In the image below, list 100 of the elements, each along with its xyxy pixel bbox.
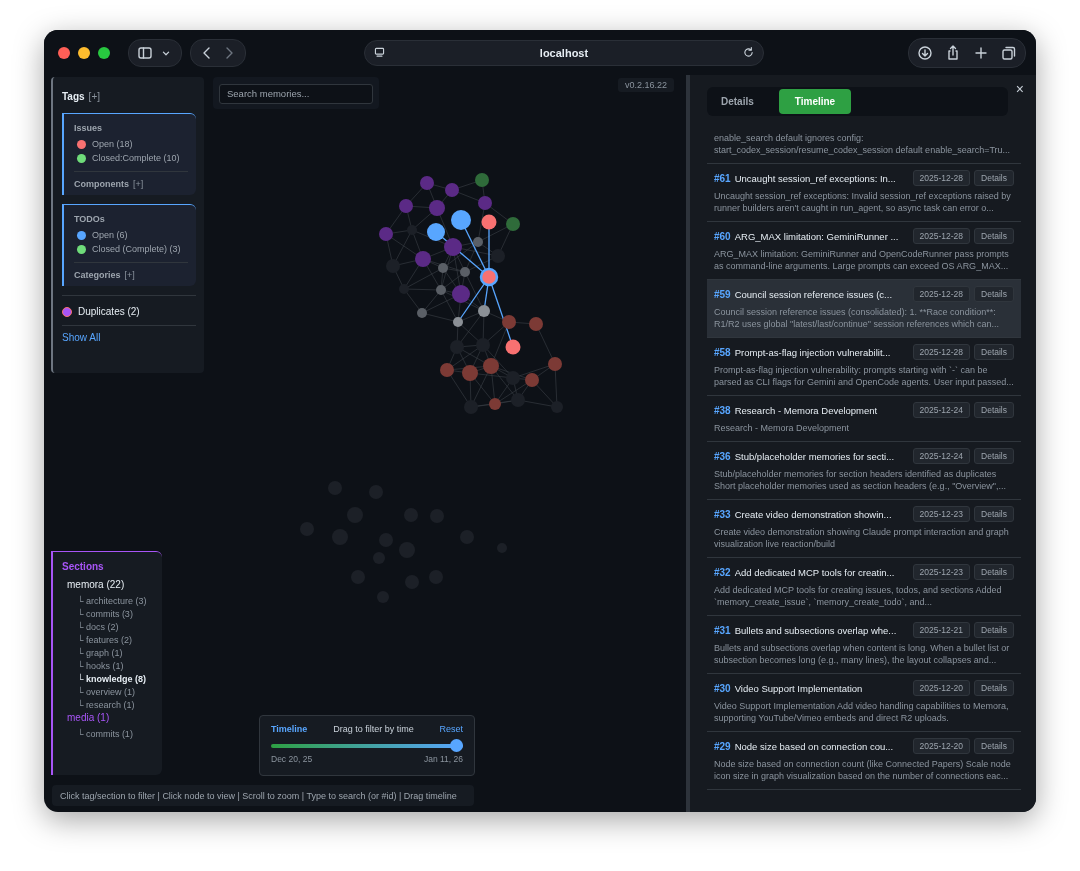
graph-node[interactable] — [436, 285, 446, 295]
subsection-item[interactable]: └ hooks (1) — [62, 660, 158, 673]
graph-node[interactable] — [460, 267, 470, 277]
subsection-item[interactable]: └ research (1) — [62, 699, 158, 712]
details-button[interactable]: Details — [974, 448, 1014, 464]
tabs-icon[interactable] — [1001, 44, 1017, 61]
minimize-window-icon[interactable] — [78, 46, 90, 59]
graph-node[interactable] — [551, 401, 563, 413]
graph-node[interactable] — [502, 315, 516, 329]
tag-filter-item[interactable]: Open (18) — [92, 139, 133, 149]
share-icon[interactable] — [945, 44, 961, 61]
reload-icon[interactable] — [742, 46, 755, 59]
graph-node[interactable] — [445, 183, 459, 197]
timeline-entry[interactable]: #30 Video Support Implementation 2025-12-20 Details Video Support Implementation Add video handling capabilities to Memora, supporting YouTube/Vimeo embeds and direct R2 uploads. — [707, 674, 1021, 732]
graph-node[interactable] — [420, 176, 434, 190]
graph-node[interactable] — [386, 259, 400, 273]
graph-node[interactable] — [506, 371, 520, 385]
graph-node[interactable] — [417, 308, 427, 318]
add-tag-link[interactable]: [+] — [88, 91, 100, 102]
graph-node[interactable] — [464, 400, 478, 414]
subsection-item[interactable]: └ commits (3) — [62, 608, 158, 621]
details-button[interactable]: Details — [974, 506, 1014, 522]
add-tag-link[interactable]: [+] — [124, 270, 135, 280]
graph-node[interactable] — [511, 393, 525, 407]
timeline-entry[interactable]: enable_search default ignores config: start_codex_session/resume_codex_session default enable_search=Tru... — [707, 126, 1021, 164]
reset-link[interactable]: Reset — [439, 724, 463, 734]
graph-node[interactable] — [489, 398, 501, 410]
subsection-item[interactable]: └ architecture (3) — [62, 595, 158, 608]
details-button[interactable]: Details — [974, 564, 1014, 580]
graph-node[interactable] — [444, 238, 462, 256]
close-window-icon[interactable] — [58, 46, 70, 59]
graph-node[interactable] — [478, 196, 492, 210]
graph-node[interactable] — [399, 199, 413, 213]
graph-node[interactable] — [548, 357, 562, 371]
panel-tab[interactable]: Details — [710, 90, 765, 113]
sidebar-icon[interactable] — [137, 44, 153, 61]
timeline-entry[interactable]: #33 Create video demonstration showin... 2025-12-23 Details Create video demonstration showing Claude prompt interaction and graph visualization live reaction/build — [707, 500, 1021, 558]
maximize-window-icon[interactable] — [98, 46, 110, 59]
tag-filter-item[interactable]: Duplicates (2) — [78, 306, 140, 317]
subsection-item[interactable]: └ features (2) — [62, 634, 158, 647]
tag-filter-item[interactable]: Open (6) — [92, 230, 128, 240]
details-button[interactable]: Details — [974, 622, 1014, 638]
subsection-item[interactable]: └ knowledge (8) — [62, 673, 158, 686]
entry-id: #61 — [714, 172, 731, 184]
timeline-entry[interactable]: #38 Research - Memora Development 2025-12-24 Details Research - Memora Development — [707, 396, 1021, 442]
graph-node[interactable] — [452, 285, 470, 303]
graph-node[interactable] — [399, 284, 409, 294]
graph-node[interactable] — [453, 317, 463, 327]
details-button[interactable]: Details — [974, 402, 1014, 418]
graph-node[interactable] — [451, 210, 471, 230]
section-item[interactable]: memora (22) — [62, 579, 158, 595]
graph-node[interactable] — [525, 373, 539, 387]
add-tag-link[interactable]: [+] — [133, 179, 144, 189]
details-button[interactable]: Details — [974, 344, 1014, 360]
slider-thumb[interactable] — [450, 739, 463, 752]
graph-node[interactable] — [462, 365, 478, 381]
graph-node[interactable] — [505, 339, 521, 355]
timeline-slider[interactable] — [271, 739, 463, 752]
subsection-item[interactable]: └ overview (1) — [62, 686, 158, 699]
graph-node[interactable] — [483, 358, 499, 374]
timeline-entry[interactable] — [707, 280, 1021, 338]
show-all-link[interactable]: Show All — [62, 332, 101, 343]
graph-node[interactable] — [407, 225, 417, 235]
subsection-item[interactable]: └ docs (2) — [62, 621, 158, 634]
graph-node[interactable] — [429, 200, 445, 216]
details-button[interactable]: Details — [974, 680, 1014, 696]
graph-node[interactable] — [427, 223, 445, 241]
section-item[interactable]: media (1) — [62, 712, 158, 728]
page-icon[interactable] — [373, 46, 386, 59]
search-field[interactable]: Search memories... — [219, 83, 373, 104]
panel-tab[interactable]: Timeline — [778, 89, 852, 114]
selected-graph-node[interactable] — [479, 267, 499, 287]
download-icon[interactable] — [917, 44, 933, 61]
tag-filter-item[interactable]: Closed:Complete (10) — [92, 153, 180, 163]
graph-node[interactable] — [481, 214, 497, 230]
graph-node[interactable] — [478, 305, 490, 317]
timeline-entry[interactable]: #32 Add dedicated MCP tools for creatin... 2025-12-23 Details Add dedicated MCP tools for creating issues, todos, and sections Added `memory_create_issue`, `memory_create_todo`, and... — [707, 558, 1021, 616]
graph-node[interactable] — [415, 251, 431, 267]
sidebar-toggle-button[interactable] — [128, 38, 182, 67]
plus-icon[interactable] — [973, 44, 989, 61]
graph-node[interactable] — [491, 249, 505, 263]
graph-node[interactable] — [506, 217, 520, 231]
graph-node[interactable] — [440, 363, 454, 377]
details-button[interactable]: Details — [974, 170, 1014, 186]
graph-node[interactable] — [475, 173, 489, 187]
graph-node[interactable] — [476, 338, 490, 352]
graph-node[interactable] — [438, 263, 448, 273]
address-bar[interactable]: localhost — [364, 39, 764, 66]
tag-filter-item[interactable]: Closed (Complete) (3) — [92, 244, 181, 254]
details-button[interactable]: Details — [974, 228, 1014, 244]
details-button[interactable]: Details — [974, 286, 1014, 302]
graph-node[interactable] — [450, 340, 464, 354]
details-button[interactable]: Details — [974, 738, 1014, 754]
graph-node[interactable] — [529, 317, 543, 331]
subsection-item[interactable]: └ commits (1) — [62, 728, 158, 741]
subsection-item[interactable]: └ graph (1) — [62, 647, 158, 660]
graph-node[interactable] — [473, 237, 483, 247]
navigation-button-group[interactable] — [190, 38, 246, 67]
close-button[interactable]: × — [1013, 81, 1026, 97]
graph-node[interactable] — [379, 227, 393, 241]
